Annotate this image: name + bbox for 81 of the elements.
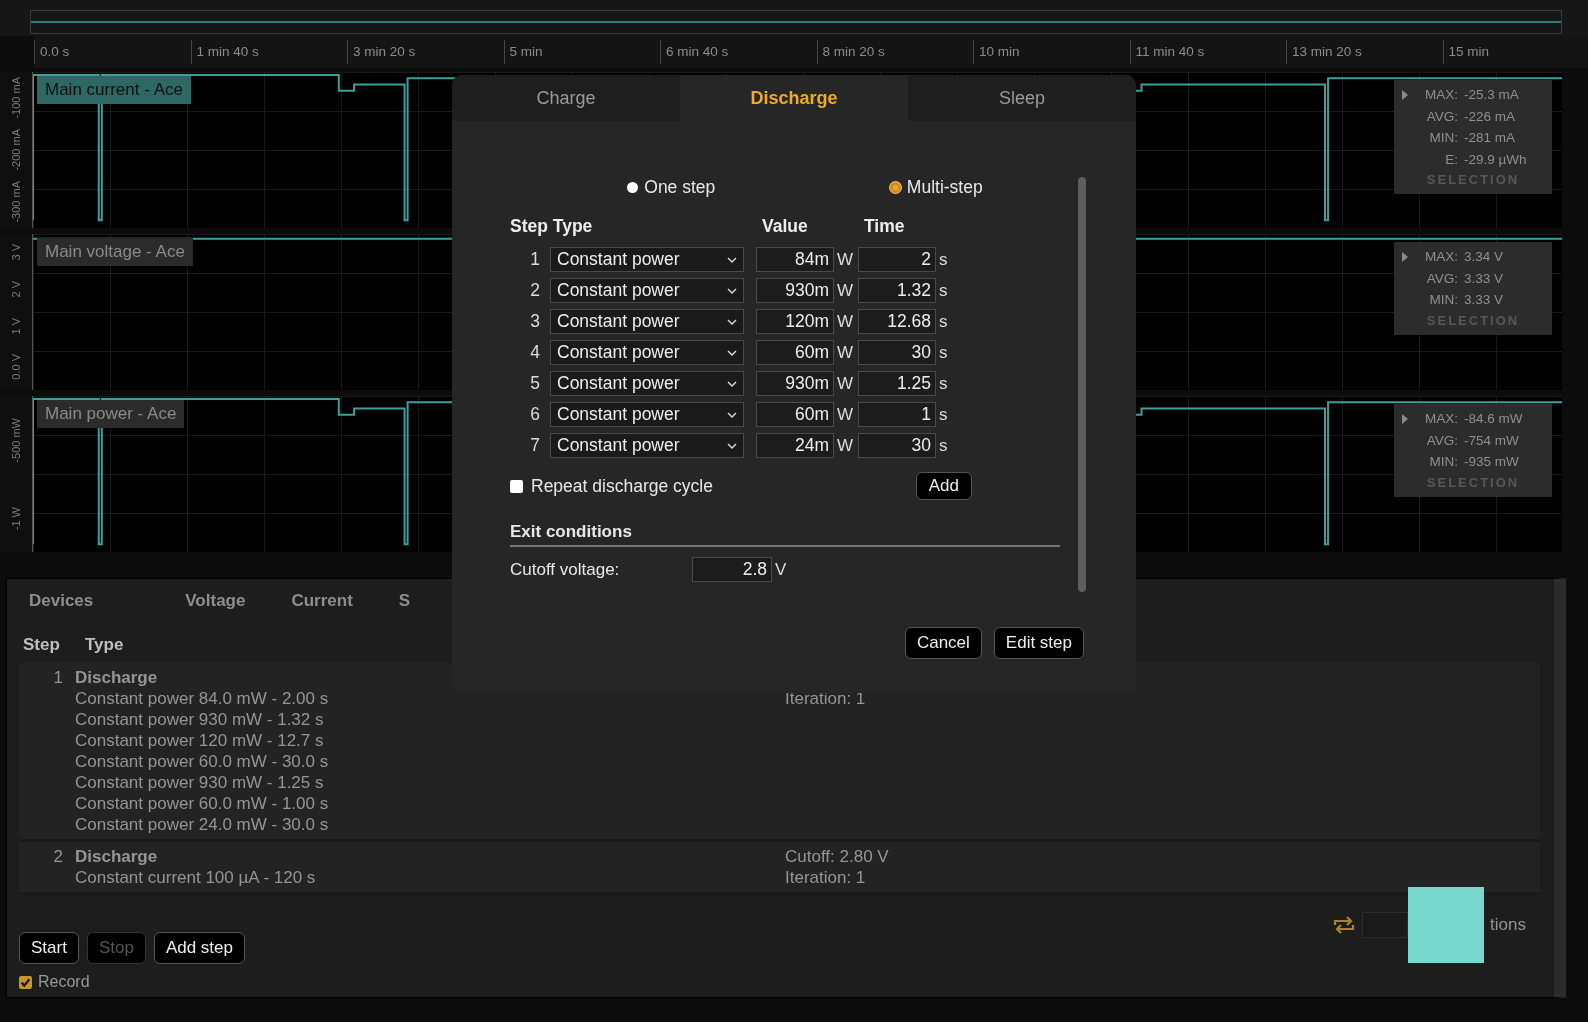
unit-label: W: [836, 311, 855, 332]
time-tick-label: 15 min: [1442, 40, 1588, 64]
stat-label: MIN:: [1428, 129, 1458, 147]
stat-value: -226 mA: [1464, 107, 1517, 126]
stat-label: MAX:: [1424, 248, 1458, 266]
unit-label: s: [938, 435, 949, 456]
time-tick-label: 13 min 20 s: [1286, 40, 1443, 64]
iterations-label: tions: [1490, 915, 1526, 935]
unit-label: s: [938, 311, 949, 332]
stat-value: -84.6 mW: [1464, 410, 1524, 428]
unit-label: W: [836, 342, 855, 363]
y-axis-label: 0.0 V: [10, 354, 22, 380]
stat-label: AVG:: [1425, 269, 1458, 288]
stat-value: -935 mW: [1464, 453, 1520, 471]
radio-label: Multi-step: [906, 177, 983, 198]
stat-label: E:: [1444, 150, 1458, 169]
unit-label: W: [836, 435, 855, 456]
stat-label: AVG:: [1425, 431, 1458, 450]
y-axis-label: -100 mA: [10, 77, 22, 119]
time-tick-label: 1 min 40 s: [190, 40, 347, 64]
stat-label: MIN:: [1428, 453, 1458, 471]
step-number: 4: [529, 342, 541, 363]
checkbox-label: Record: [38, 973, 90, 991]
step-number: 2: [52, 846, 64, 868]
step-number: 2: [529, 280, 541, 301]
step-number: 3: [529, 311, 541, 332]
section-title: Exit conditions: [510, 522, 1060, 547]
stat-value: -754 mW: [1464, 431, 1520, 450]
step-detail: Constant current 100 µA - 120 s: [75, 867, 317, 888]
time-tick-label: 11 min 40 s: [1129, 40, 1286, 64]
step-number: 1: [52, 667, 64, 689]
unit-label: s: [938, 249, 949, 270]
step-detail: Constant power 84.0 mW - 2.00 s: [75, 688, 330, 709]
stat-value: -281 mA: [1464, 129, 1517, 147]
stat-label: MAX:: [1424, 86, 1458, 104]
step-detail: Constant power 930 mW - 1.25 s: [75, 772, 325, 793]
y-axis-label: 2 V: [10, 280, 22, 298]
step-number: 7: [529, 435, 541, 456]
time-tick-label: 3 min 20 s: [347, 40, 504, 64]
column-header: Step: [23, 635, 61, 655]
step-number: 1: [529, 249, 541, 270]
time-tick-label: 6 min 40 s: [660, 40, 817, 64]
time-tick-label: 0.0 s: [34, 40, 191, 64]
unit-label: W: [836, 249, 855, 270]
checkbox-label: Repeat discharge cycle: [531, 475, 713, 497]
step-title: Discharge: [75, 846, 159, 867]
stat-label: AVG:: [1425, 107, 1458, 126]
step-number: 6: [529, 404, 541, 425]
stat-value: -25.3 mA: [1464, 86, 1520, 104]
step-detail: Constant power 60.0 mW - 1.00 s: [75, 793, 330, 814]
stat-label: MAX:: [1424, 410, 1458, 428]
y-axis-label: -300 mA: [10, 181, 22, 223]
stat-label: MIN:: [1428, 291, 1458, 309]
step-note: Iteration: 1: [785, 867, 867, 888]
y-axis-label: 1 V: [10, 317, 22, 334]
unit-label: s: [938, 404, 949, 425]
step-title: Discharge: [75, 667, 159, 688]
radio-label: One step: [644, 177, 716, 198]
stat-value: 3.33 V: [1464, 269, 1505, 288]
stat-value: 3.34 V: [1464, 248, 1505, 266]
y-axis-label: -500 mW: [10, 418, 22, 463]
unit-label: W: [836, 280, 855, 301]
time-tick-label: 5 min: [503, 40, 660, 64]
step-note: Cutoff: 2.80 V: [785, 846, 890, 867]
unit-label: s: [938, 280, 949, 301]
unit-label: V: [774, 559, 787, 580]
step-detail: Constant power 60.0 mW - 30.0 s: [75, 751, 330, 772]
stat-value: 3.33 V: [1464, 291, 1505, 309]
field-label: Cutoff voltage:: [510, 559, 621, 580]
y-axis-label: 3 V: [10, 244, 22, 261]
unit-label: W: [836, 404, 855, 425]
y-axis-label: -1 W: [10, 506, 22, 530]
unit-label: s: [938, 342, 949, 363]
y-axis-label: -200 mA: [10, 129, 22, 171]
step-detail: Constant power 24.0 mW - 30.0 s: [75, 814, 330, 835]
time-tick-label: 10 min: [973, 40, 1130, 64]
step-detail: Constant power 930 mW - 1.32 s: [75, 709, 325, 730]
stat-value: -29.9 µWh: [1464, 150, 1528, 169]
step-detail: Constant power 120 mW - 12.7 s: [75, 730, 325, 751]
column-header: Type: [85, 635, 124, 655]
time-tick-label: 8 min 20 s: [816, 40, 973, 64]
